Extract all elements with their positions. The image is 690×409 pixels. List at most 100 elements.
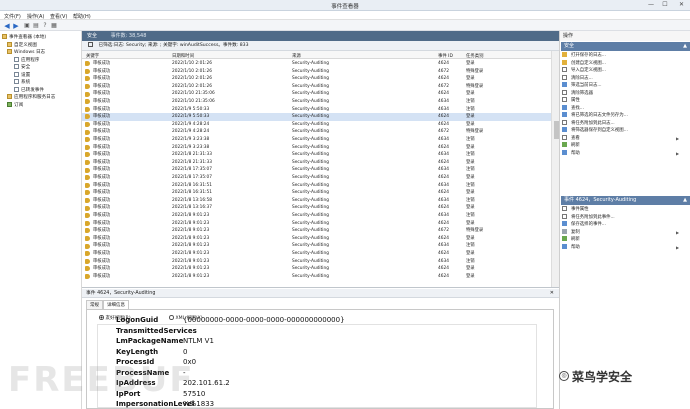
table-cell: 登录 (466, 121, 475, 127)
show-hide-tree-icon[interactable]: ▤ (32, 22, 40, 30)
menu-file[interactable]: 文件(F) (4, 13, 21, 20)
action-item[interactable]: 将任务附加到此日志... (562, 119, 615, 128)
table-row[interactable]: 审核成功 2022/1/10 21:35:06 Security-Auditing 4… (82, 90, 551, 98)
action-item[interactable]: 帮助 ▶ (562, 243, 679, 252)
tree-item[interactable]: 应用程序 (14, 56, 39, 65)
table-row[interactable]: 审核成功 2022/1/8 16:31:51 Security-Auditing 46… (82, 182, 551, 190)
field-name: LogonGuid (116, 316, 159, 324)
menu-view[interactable]: 查看(V) (50, 13, 67, 20)
tree-item[interactable]: 安全 (14, 64, 30, 72)
maximize-button[interactable]: ☐ (658, 1, 672, 9)
tree-item[interactable]: 订阅 (7, 101, 23, 110)
col-datetime[interactable]: 日期和时间 (172, 53, 194, 59)
table-row[interactable]: 审核成功 2022/1/8 9:01:23 Security-Auditing 462… (82, 265, 551, 273)
forward-arrow-icon[interactable]: ▶ (12, 22, 20, 30)
close-button[interactable]: ✕ (673, 1, 690, 9)
tree-item[interactable]: Windows 日志 (7, 49, 45, 57)
menu-help[interactable]: 帮助(H) (73, 13, 91, 20)
action-item[interactable]: 清除日志... (562, 74, 593, 83)
table-row[interactable]: 审核成功 2022/1/8 13:16:58 Security-Auditing 46… (82, 197, 551, 205)
table-cell: 登录 (466, 159, 475, 165)
table-row[interactable]: 审核成功 2022/1/10 2:01:26 Security-Auditing 46… (82, 83, 551, 91)
col-task-category[interactable]: 任务类别 (466, 53, 484, 59)
table-cell: 审核成功 (93, 175, 111, 180)
action-icon (562, 149, 567, 155)
action-item[interactable]: 事件属性 (562, 206, 589, 214)
table-row[interactable]: 审核成功 2022/1/9 4:28:24 Security-Auditing 467… (82, 128, 551, 136)
table-row[interactable]: 审核成功 2022/1/9 3:23:38 Security-Auditing 463… (82, 136, 551, 144)
action-item[interactable]: 刷新 (562, 236, 580, 244)
tree-item[interactable]: 事件查看器 (本地) (2, 34, 46, 42)
action-item[interactable]: 导入自定义视图... (562, 67, 606, 75)
table-row[interactable]: 审核成功 2022/1/10 2:01:26 Security-Auditing 46… (82, 75, 551, 83)
table-row[interactable]: 审核成功 2022/1/8 9:01:23 Security-Auditing 462… (82, 220, 551, 228)
action-item[interactable]: 打开保存的日志... (562, 52, 606, 60)
table-row[interactable]: 审核成功 2022/1/8 9:01:23 Security-Auditing 463… (82, 258, 551, 266)
action-item[interactable]: 将筛选器保存到自定义视图... (562, 127, 628, 135)
collapse-icon[interactable]: ▲ (683, 196, 687, 205)
back-arrow-icon[interactable]: ◀ (3, 22, 11, 30)
tree-item[interactable]: 系统 (14, 79, 30, 87)
action-item[interactable]: 筛选当前日志... (562, 82, 602, 90)
table-row[interactable]: 审核成功 2022/1/8 9:01:23 Security-Auditing 462… (82, 235, 551, 243)
scrollbar-thumb[interactable] (553, 121, 559, 139)
tab-details[interactable]: 详细信息 (103, 300, 129, 309)
table-row[interactable]: 审核成功 2022/1/10 2:01:26 Security-Auditing 46… (82, 68, 551, 76)
help-icon[interactable]: ? (41, 22, 49, 30)
table-row[interactable]: 审核成功 2022/1/8 17:35:07 Security-Auditing 46… (82, 174, 551, 182)
action-item[interactable]: 保存选择的事件... (562, 221, 606, 229)
table-row[interactable]: 审核成功 2022/1/9 4:28:24 Security-Auditing 462… (82, 121, 551, 129)
table-cell: Security-Auditing (292, 159, 329, 165)
table-row[interactable]: 审核成功 2022/1/8 9:01:23 Security-Auditing 467… (82, 227, 551, 235)
action-item[interactable]: 查看 ▶ (562, 134, 679, 143)
action-item[interactable]: 将任务附加到此事件... (562, 213, 615, 222)
action-item[interactable]: 复制 ▶ (562, 228, 679, 237)
table-row[interactable]: 审核成功 2022/1/9 5:50:33 Security-Auditing 462… (82, 113, 551, 121)
tree-item[interactable]: 应用程序和服务日志 (7, 94, 55, 102)
action-item[interactable]: 查找... (562, 104, 584, 113)
tree-item[interactable]: 自定义视图 (7, 41, 37, 50)
minimize-button[interactable]: — (644, 1, 658, 9)
table-row[interactable]: 审核成功 2022/1/8 9:01:23 Security-Auditing 463… (82, 242, 551, 250)
menu-action[interactable]: 操作(A) (27, 13, 44, 20)
up-folder-icon[interactable]: ▣ (23, 22, 31, 30)
table-row[interactable]: 审核成功 2022/1/8 13:16:37 Security-Auditing 46… (82, 204, 551, 212)
action-item[interactable]: 帮助 ▶ (562, 149, 679, 158)
actions-section-event[interactable]: 事件 4624，Security-Auditing ▲ (561, 196, 690, 205)
col-event-id[interactable]: 事件 ID (438, 53, 453, 59)
tree-item[interactable]: 已转发事件 (14, 86, 44, 95)
properties-icon[interactable]: ▦ (50, 22, 58, 30)
action-item[interactable]: 创建自定义视图... (562, 59, 606, 68)
table-cell: 注销 (466, 106, 475, 112)
table-cell: 2022/1/8 9:01:23 (172, 266, 210, 272)
key-icon (85, 99, 90, 105)
table-cell: Security-Auditing (292, 129, 329, 135)
tree-item[interactable]: 设置 (14, 71, 30, 80)
table-row[interactable]: 审核成功 2022/1/9 5:50:33 Security-Auditing 463… (82, 106, 551, 114)
tab-general[interactable]: 常规 (86, 300, 103, 309)
action-item[interactable]: 刷新 (562, 142, 580, 150)
col-source[interactable]: 来源 (292, 53, 301, 59)
table-row[interactable]: 审核成功 2022/1/8 9:01:23 Security-Auditing 462… (82, 273, 551, 281)
table-row[interactable]: 审核成功 2022/1/8 17:35:07 Security-Auditing 46… (82, 166, 551, 174)
table-row[interactable]: 审核成功 2022/1/8 16:31:51 Security-Auditing 46… (82, 189, 551, 197)
title-bar: 事件查看器 — ☐ ✕ (0, 0, 690, 11)
key-icon (85, 213, 90, 219)
section-title: 安全 (564, 43, 575, 49)
table-row[interactable]: 审核成功 2022/1/9 3:23:38 Security-Auditing 462… (82, 144, 551, 152)
table-row[interactable]: 审核成功 2022/1/8 9:01:23 Security-Auditing 462… (82, 250, 551, 258)
grid-scrollbar[interactable] (551, 51, 559, 287)
actions-section-security[interactable]: 安全 ▲ (561, 42, 690, 51)
key-icon (85, 144, 90, 150)
action-item[interactable]: 清除筛选器 (562, 89, 593, 98)
table-row[interactable]: 审核成功 2022/1/10 21:35:06 Security-Auditing 4… (82, 98, 551, 106)
table-row[interactable]: 审核成功 2022/1/8 21:31:33 Security-Auditing 46… (82, 151, 551, 159)
collapse-icon[interactable]: ▲ (683, 42, 687, 51)
table-row[interactable]: 审核成功 2022/1/8 9:01:23 Security-Auditing 463… (82, 212, 551, 220)
detail-close-icon[interactable]: ✕ (550, 289, 554, 298)
action-item[interactable]: 属性 (562, 97, 580, 105)
table-row[interactable]: 审核成功 2022/1/8 21:31:33 Security-Auditing 46… (82, 159, 551, 167)
action-item[interactable]: 将已筛选的日志文件另存为... (562, 112, 628, 120)
table-row[interactable]: 审核成功 2022/1/10 2:01:26 Security-Auditing 46… (82, 60, 551, 68)
col-keyword[interactable]: 关键字 (86, 53, 99, 59)
